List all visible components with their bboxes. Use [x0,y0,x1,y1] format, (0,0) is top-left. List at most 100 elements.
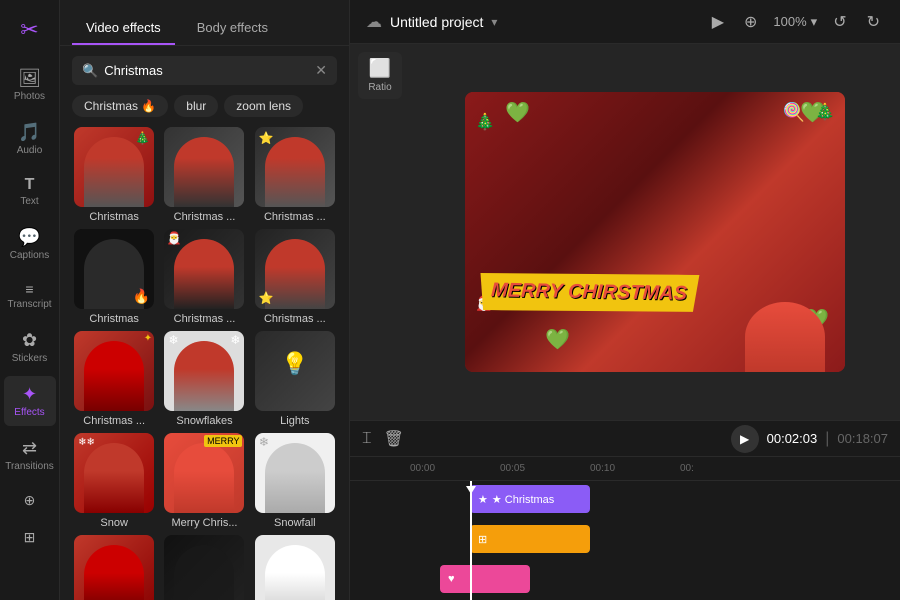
sidebar-item-transcript[interactable]: ≡ Transcript [4,273,56,318]
effect-item-4[interactable]: 🔥 Christmas [72,229,156,325]
sidebar-item-text[interactable]: T Text [4,168,56,215]
effects-grid: 🎄 Christmas Christmas ... ⭐ Christmas ..… [60,127,349,600]
time-divider: | [825,430,829,448]
timeline-toolbar: ⌶ 🗑 ▶ 00:02:03 | 00:18:07 [350,421,900,457]
ratio-icon: ⬜ [369,58,391,79]
timeline-content: ★ ★ Christmas ⊞ ♥ [350,481,900,600]
sidebar-label-effects: Effects [14,407,44,418]
filter-tag-zoom[interactable]: zoom lens [224,95,303,117]
sidebar-label-audio: Audio [17,145,43,156]
effect-thumb-1: 🎄 [74,127,154,207]
audio-icon: 🎵 [18,122,40,143]
sidebar-label-photos: Photos [14,91,45,102]
clear-search-button[interactable]: ✕ [315,62,327,79]
search-input[interactable] [104,63,309,78]
ratio-panel: ⬜ Ratio [350,44,410,420]
canvas-area: ⬜ Ratio 💚 💚 💚 💚 🍭 🎄 🎄 🎅 [350,44,900,420]
effect-item-3[interactable]: ⭐ Christmas ... [253,127,337,223]
filter-tag-christmas[interactable]: Christmas 🔥 [72,95,168,117]
tree-decor-1: 🎄 [475,112,495,132]
main-area: ☁ Untitled project ▾ ▶ ⊕ 100% ▾ ↺ ↻ ⬜ Ra… [350,0,900,600]
effect-thumb-14 [164,535,244,600]
sidebar-item-audio[interactable]: 🎵 Audio [4,114,56,164]
effect-thumb-3: ⭐ [255,127,335,207]
effect-thumb-7: ✦ [74,331,154,411]
effect-label-9: Lights [280,415,309,427]
sidebar-item-effects[interactable]: ✦ Effects [4,376,56,426]
tab-video-effects[interactable]: Video effects [72,12,175,45]
photos-icon: 🖼 [18,68,41,89]
undo-button[interactable]: ↺ [829,8,850,36]
effect-item-8[interactable]: ❄ ❄ Snowflakes [162,331,246,427]
app-logo: ✂ [4,10,56,50]
effect-item-9[interactable]: 💡 Lights [253,331,337,427]
effect-item-15[interactable]: Christmas ... [253,535,337,600]
cursor-tool-button[interactable]: ⊕ [740,8,761,36]
effects-icon: ✦ [22,384,37,405]
ratio-button[interactable]: ⬜ Ratio [358,52,402,99]
sidebar-item-captions[interactable]: 💬 Captions [4,219,56,269]
sidebar: ✂ 🖼 Photos 🎵 Audio T Text 💬 Captions ≡ T… [0,0,60,600]
sidebar-item-grid[interactable]: ⊞ [4,521,56,554]
stickers-icon: ✿ [22,330,37,351]
delete-tool[interactable]: 🗑 [384,429,404,449]
sidebar-item-photos[interactable]: 🖼 Photos [4,60,56,110]
effect-item-13[interactable]: Christmas ... [72,535,156,600]
timeline-ruler: 00:00 00:05 00:10 00: [350,457,900,481]
zoom-chevron-icon: ▾ [811,14,818,30]
effect-item-1[interactable]: 🎄 Christmas [72,127,156,223]
effect-label-12: Snowfall [274,517,316,529]
clip-christmas-label: ★ Christmas [492,493,554,506]
ratio-label: Ratio [368,82,391,93]
effect-item-7[interactable]: ✦ Christmas ... [72,331,156,427]
effect-thumb-12: ❄ [255,433,335,513]
transitions-icon: ⇄ [22,438,37,459]
effect-item-11[interactable]: MERRY Merry Chris... [162,433,246,529]
effect-item-2[interactable]: Christmas ... [162,127,246,223]
text-icon: T [25,176,35,194]
text-cursor-tool[interactable]: ⌶ [362,430,372,448]
sidebar-item-transitions[interactable]: ⇄ Transitions [4,430,56,480]
filter-tags: Christmas 🔥 blur zoom lens [60,95,349,127]
timeline-section: ⌶ 🗑 ▶ 00:02:03 | 00:18:07 00:00 00:05 00… [350,420,900,600]
play-button[interactable]: ▶ [731,425,759,453]
clip-christmas[interactable]: ★ ★ Christmas [470,485,590,513]
video-background: 💚 💚 💚 💚 🍭 🎄 🎄 🎅 MERRY CHIRSTMAS [465,92,845,372]
effect-item-5[interactable]: 🎅 Christmas ... [162,229,246,325]
effect-item-10[interactable]: ❄❄ Snow [72,433,156,529]
clip-orange-icon: ⊞ [478,533,487,546]
ruler-mark-2: 00:10 [590,463,615,474]
track-row-2: ⊞ [410,521,900,557]
project-dropdown[interactable]: ▾ [491,15,497,29]
sidebar-label-transcript: Transcript [7,299,51,310]
transcript-icon: ≡ [25,281,33,297]
gift-decoration [745,302,825,372]
time-total: 00:18:07 [837,431,888,446]
effect-item-12[interactable]: ❄ Snowfall [253,433,337,529]
sidebar-item-stickers[interactable]: ✿ Stickers [4,322,56,372]
effect-thumb-4: 🔥 [74,229,154,309]
sidebar-item-expand[interactable]: ⊕ [4,484,56,517]
effect-label-8: Snowflakes [176,415,232,427]
play-preview-button[interactable]: ▶ [708,8,728,36]
clip-orange[interactable]: ⊞ [470,525,590,553]
effect-item-14[interactable]: Christmas [162,535,246,600]
zoom-control[interactable]: 100% ▾ [773,14,817,30]
clip-pink-icon: ♥ [448,573,455,585]
sidebar-label-captions: Captions [10,250,49,261]
ruler-mark-3: 00: [680,463,694,474]
clip-pink[interactable]: ♥ [440,565,530,593]
effect-label-1: Christmas [89,211,139,223]
effect-thumb-9: 💡 [255,331,335,411]
filter-tag-blur[interactable]: blur [174,95,218,117]
effect-thumb-8: ❄ ❄ [164,331,244,411]
zoom-value: 100% [773,14,806,29]
captions-icon: 💬 [18,227,40,248]
tab-body-effects[interactable]: Body effects [183,12,282,45]
candy-decor: 🍭 [783,102,805,123]
effect-label-6: Christmas ... [264,313,326,325]
effect-item-6[interactable]: ⭐ Christmas ... [253,229,337,325]
redo-button[interactable]: ↻ [863,8,884,36]
search-icon: 🔍 [82,63,98,79]
effect-label-3: Christmas ... [264,211,326,223]
